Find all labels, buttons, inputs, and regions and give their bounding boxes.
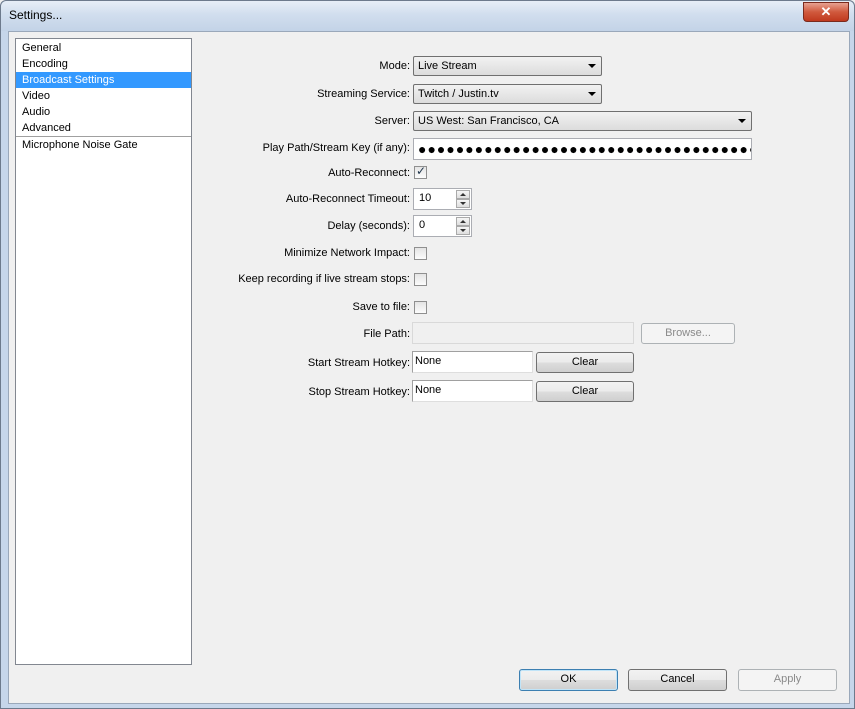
keep-recording-checkbox[interactable]: [414, 273, 427, 286]
delay-label: Delay (seconds):: [327, 220, 410, 232]
save-to-file-checkbox[interactable]: [414, 301, 427, 314]
server-label: Server:: [374, 115, 410, 127]
arrow-down-icon: [460, 202, 466, 205]
apply-button[interactable]: Apply: [738, 669, 837, 691]
arrow-down-icon: [460, 229, 466, 232]
delay-value: 0: [419, 219, 426, 231]
server-select[interactable]: US West: San Francisco, CA: [413, 111, 752, 131]
server-value: US West: San Francisco, CA: [418, 115, 560, 127]
chevron-down-icon: [588, 64, 596, 68]
streaming-service-value: Twitch / Justin.tv: [418, 88, 499, 100]
start-stream-hotkey-label: Start Stream Hotkey:: [307, 357, 410, 369]
browse-button[interactable]: Browse...: [641, 323, 735, 344]
play-path-input[interactable]: ●●●●●●●●●●●●●●●●●●●●●●●●●●●●●●●●●●●●●●●●…: [413, 138, 752, 160]
minimize-network-impact-checkbox[interactable]: [414, 247, 427, 260]
auto-reconnect-checkbox[interactable]: ✓: [414, 164, 427, 179]
chevron-down-icon: [588, 92, 596, 96]
nav-item-encoding[interactable]: Encoding: [16, 56, 191, 72]
settings-category-list[interactable]: General Encoding Broadcast Settings Vide…: [15, 38, 192, 665]
spin-up-button[interactable]: [456, 190, 470, 199]
window-title: Settings...: [9, 8, 63, 22]
keep-recording-label: Keep recording if live stream stops:: [238, 273, 410, 285]
spin-down-button[interactable]: [456, 199, 470, 208]
checkmark-icon: ✓: [416, 164, 427, 178]
file-path-input[interactable]: [412, 322, 634, 344]
close-button[interactable]: ✕: [803, 2, 849, 22]
delay-spinbox[interactable]: 0: [413, 215, 472, 237]
chevron-down-icon: [738, 119, 746, 123]
stop-stream-hotkey-label: Stop Stream Hotkey:: [308, 386, 411, 398]
auto-reconnect-timeout-label: Auto-Reconnect Timeout:: [285, 193, 410, 205]
mode-label: Mode:: [379, 60, 410, 72]
dialog-client: General Encoding Broadcast Settings Vide…: [8, 31, 850, 704]
play-path-label: Play Path/Stream Key (if any):: [262, 142, 410, 154]
nav-item-broadcast-settings[interactable]: Broadcast Settings: [16, 72, 191, 88]
auto-reconnect-timeout-spinbox[interactable]: 10: [413, 188, 472, 210]
mode-value: Live Stream: [418, 60, 477, 72]
spin-down-button[interactable]: [456, 226, 470, 235]
auto-reconnect-label: Auto-Reconnect:: [328, 167, 410, 179]
auto-reconnect-timeout-value: 10: [419, 192, 432, 204]
spin-up-button[interactable]: [456, 217, 470, 226]
arrow-up-icon: [460, 220, 466, 223]
streaming-service-label: Streaming Service:: [317, 88, 410, 100]
nav-item-audio[interactable]: Audio: [16, 104, 191, 120]
start-stream-hotkey-input[interactable]: None: [412, 351, 533, 373]
cancel-button[interactable]: Cancel: [628, 669, 727, 691]
mode-select[interactable]: Live Stream: [413, 56, 602, 76]
stop-stream-hotkey-clear-button[interactable]: Clear: [536, 381, 634, 402]
stop-stream-hotkey-input[interactable]: None: [412, 380, 533, 402]
arrow-up-icon: [460, 193, 466, 196]
streaming-service-select[interactable]: Twitch / Justin.tv: [413, 84, 602, 104]
title-bar[interactable]: Settings... ✕: [1, 1, 854, 31]
file-path-label: File Path:: [363, 328, 410, 340]
minimize-network-impact-label: Minimize Network Impact:: [284, 247, 410, 259]
save-to-file-label: Save to file:: [352, 301, 410, 313]
nav-item-advanced[interactable]: Advanced: [16, 120, 191, 136]
start-stream-hotkey-clear-button[interactable]: Clear: [536, 352, 634, 373]
nav-item-video[interactable]: Video: [16, 88, 191, 104]
settings-window: Settings... ✕ General Encoding Broadcast…: [0, 0, 855, 709]
nav-item-general[interactable]: General: [16, 40, 191, 56]
nav-item-microphone-noise-gate[interactable]: Microphone Noise Gate: [16, 137, 191, 153]
close-icon: ✕: [820, 4, 832, 19]
ok-button[interactable]: OK: [519, 669, 618, 691]
